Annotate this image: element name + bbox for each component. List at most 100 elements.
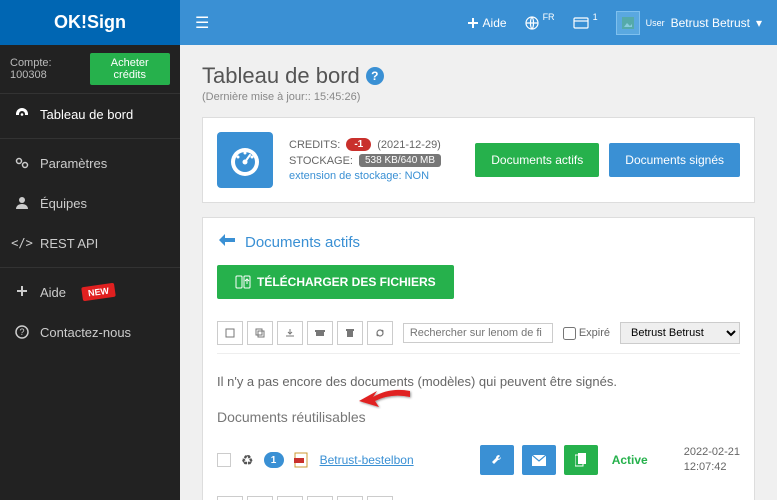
search-input[interactable] xyxy=(403,323,553,343)
sidebar-label-settings: Paramètres xyxy=(40,156,107,171)
logo-part2: Sign xyxy=(87,12,126,33)
wrench-icon xyxy=(490,453,504,467)
expire-filter[interactable]: Expiré xyxy=(563,327,610,340)
menu-toggle-icon[interactable]: ☰ xyxy=(195,13,209,33)
copy-button[interactable] xyxy=(247,321,273,345)
delete-button[interactable] xyxy=(337,321,363,345)
bottom-toolbar xyxy=(217,496,740,500)
page-updated: (Dernière mise à jour:: 15:45:26) xyxy=(202,91,755,103)
section-header: Documents actifs xyxy=(217,232,740,253)
credits-value: -1 xyxy=(346,138,371,151)
archive-button-2[interactable] xyxy=(307,496,333,500)
image-placeholder-icon xyxy=(622,17,634,29)
user-select[interactable]: Betrust Betrust xyxy=(620,322,740,344)
credits-label: CREDITS: xyxy=(289,139,340,151)
user-icon xyxy=(14,195,30,211)
sidebar-label-contact: Contactez-nous xyxy=(40,325,131,340)
download-button-2[interactable] xyxy=(277,496,303,500)
section-title: Documents actifs xyxy=(245,234,360,251)
pdf-icon xyxy=(294,452,310,468)
credits-date: (2021-12-29) xyxy=(377,139,441,151)
doc-count-badge: 1 xyxy=(264,452,284,468)
upload-button[interactable]: TÉLÉCHARGER DES FICHIERS xyxy=(217,265,454,299)
storage-value: 538 KB/640 MB xyxy=(359,154,441,167)
info-text: CREDITS: -1 (2021-12-29) STOCKAGE: 538 K… xyxy=(289,138,441,182)
sidebar-item-contact[interactable]: ? Contactez-nous xyxy=(0,312,180,352)
delete-button-2[interactable] xyxy=(337,496,363,500)
sidebar-item-dashboard[interactable]: Tableau de bord xyxy=(0,94,180,134)
logo-part1: OK! xyxy=(54,12,87,33)
toolbar: Expiré Betrust Betrust xyxy=(217,321,740,354)
document-row: ♻ 1 Betrust-bestelbon Active 2022-02-21 xyxy=(217,437,740,484)
mail-button[interactable] xyxy=(522,445,556,475)
upload-label: TÉLÉCHARGER DES FICHIERS xyxy=(257,275,436,289)
globe-icon xyxy=(525,16,539,30)
sidebar-label-restapi: REST API xyxy=(40,236,98,251)
upload-icon xyxy=(235,275,251,289)
select-all-button[interactable] xyxy=(217,321,243,345)
doc-timestamp: 2022-02-21 12:07:42 xyxy=(684,445,740,476)
active-docs-button[interactable]: Documents actifs xyxy=(475,143,599,177)
info-card: CREDITS: -1 (2021-12-29) STOCKAGE: 538 K… xyxy=(202,117,755,203)
svg-text:?: ? xyxy=(19,327,24,337)
avatar xyxy=(616,11,640,35)
sidebar-label-dashboard: Tableau de bord xyxy=(40,107,133,122)
sidebar-item-settings[interactable]: Paramètres xyxy=(0,143,180,183)
expire-checkbox[interactable] xyxy=(563,327,576,340)
download-button[interactable] xyxy=(277,321,303,345)
help-circle-icon[interactable]: ? xyxy=(366,67,384,85)
dashboard-icon xyxy=(14,106,30,122)
active-docs-section: Documents actifs TÉLÉCHARGER DES FICHIER… xyxy=(202,217,755,500)
topbar: ☰ Aide FR 1 User Betrust Betrust ▾ xyxy=(180,0,777,45)
storage-extension[interactable]: extension de stockage: NON xyxy=(289,170,441,182)
edit-button[interactable] xyxy=(480,445,514,475)
mail-icon xyxy=(532,455,546,466)
empty-message: Il n'y a pas encore des documents (modèl… xyxy=(217,374,740,389)
copy-button-2[interactable] xyxy=(247,496,273,500)
help-icon xyxy=(14,284,30,300)
topbar-help-label: Aide xyxy=(483,16,507,30)
sidebar-item-help[interactable]: Aide NEW xyxy=(0,272,180,312)
copy-icon xyxy=(575,453,587,467)
page-title: Tableau de bord ? xyxy=(202,63,755,89)
user-alt: User xyxy=(646,18,665,28)
signed-docs-button[interactable]: Documents signés xyxy=(609,143,740,177)
topbar-lang-label: FR xyxy=(543,12,555,22)
chevron-down-icon: ▾ xyxy=(756,16,762,30)
expire-label: Expiré xyxy=(579,327,610,339)
topbar-user[interactable]: User Betrust Betrust ▾ xyxy=(616,11,762,35)
archive-button[interactable] xyxy=(307,321,333,345)
gauge-icon xyxy=(217,132,273,188)
doc-name-link[interactable]: Betrust-bestelbon xyxy=(320,453,414,467)
buy-credits-button[interactable]: Acheter crédits xyxy=(90,53,171,85)
account-row: Compte: 100308 Acheter crédits xyxy=(0,45,180,94)
sidebar-item-restapi[interactable]: </> REST API xyxy=(0,223,180,263)
back-arrow-icon[interactable] xyxy=(217,232,237,253)
sidebar-label-help: Aide xyxy=(40,285,66,300)
card-count: 1 xyxy=(593,12,598,22)
account-number: Compte: 100308 xyxy=(10,57,82,81)
sidebar-label-teams: Équipes xyxy=(40,196,87,211)
topbar-help[interactable]: Aide xyxy=(467,16,507,30)
refresh-button[interactable] xyxy=(367,321,393,345)
new-badge: NEW xyxy=(81,283,116,301)
logo: OK!Sign xyxy=(0,0,180,45)
storage-label: STOCKAGE: xyxy=(289,155,353,167)
page-title-text: Tableau de bord xyxy=(202,63,360,89)
doc-status: Active xyxy=(612,453,648,467)
refresh-button-2[interactable] xyxy=(367,496,393,500)
question-icon: ? xyxy=(14,324,30,340)
duplicate-button[interactable] xyxy=(564,445,598,475)
topbar-language[interactable]: FR xyxy=(525,16,555,30)
user-name: Betrust Betrust xyxy=(671,16,750,30)
sidebar-item-teams[interactable]: Équipes xyxy=(0,183,180,223)
main-content: Tableau de bord ? (Dernière mise à jour:… xyxy=(180,45,777,500)
select-all-button-2[interactable] xyxy=(217,496,243,500)
sidebar: OK!Sign Compte: 100308 Acheter crédits T… xyxy=(0,0,180,500)
card-icon xyxy=(573,17,589,29)
reusable-docs-header: Documents réutilisables xyxy=(217,409,740,425)
recycle-icon: ♻ xyxy=(241,452,254,469)
gears-icon xyxy=(14,155,30,171)
doc-checkbox[interactable] xyxy=(217,453,231,467)
topbar-card[interactable]: 1 xyxy=(573,17,598,29)
